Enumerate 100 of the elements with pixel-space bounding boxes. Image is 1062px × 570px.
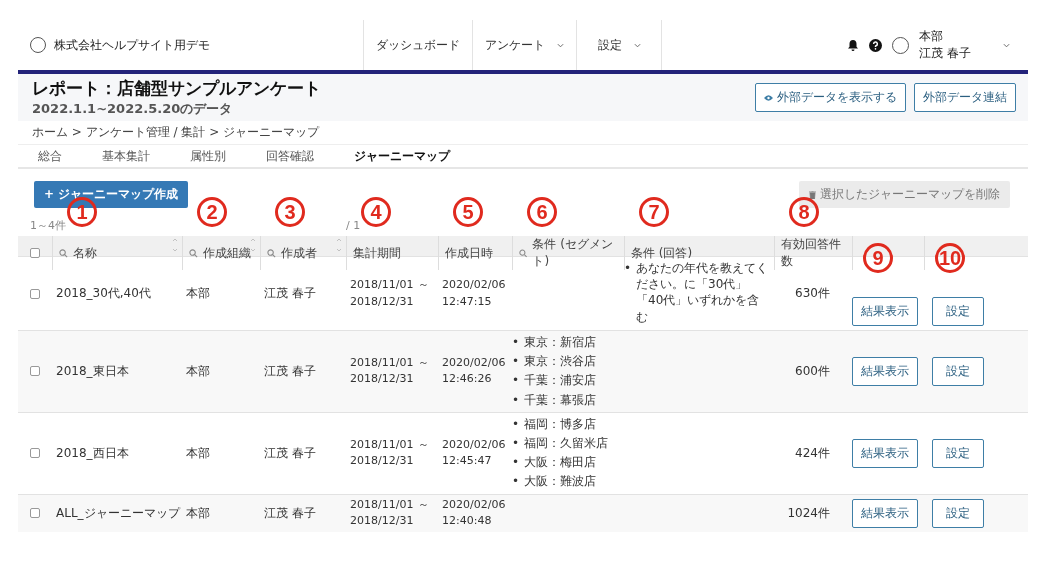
bullet-mark: • xyxy=(512,334,520,351)
bullet-mark: • xyxy=(512,454,520,471)
created-date: 2020/02/06 xyxy=(442,436,507,453)
name-cell-text: 2018_東日本 xyxy=(55,362,130,380)
created-date: 2020/02/06 xyxy=(442,277,507,293)
tab[interactable]: ジャーニーマップ xyxy=(354,147,450,165)
checkbox[interactable] xyxy=(30,248,40,258)
org-cell-text: 本部 xyxy=(185,504,211,522)
segment-condition: 福岡：久留米店 xyxy=(524,434,609,452)
tab[interactable]: 属性別 xyxy=(190,147,226,165)
period-separator: ～ xyxy=(418,277,430,293)
callout-number: 5 xyxy=(453,197,483,227)
user-org: 本部 xyxy=(919,28,945,45)
report-title: レポート：店舗型サンプルアンケート xyxy=(32,77,321,100)
callout-number: 9 xyxy=(863,243,893,273)
callout-number: 7 xyxy=(639,197,669,227)
bullet-mark: • xyxy=(512,372,520,389)
period-separator: ～ xyxy=(418,354,430,371)
tab[interactable]: 回答確認 xyxy=(266,147,314,165)
org-cell-text: 本部 xyxy=(185,285,211,302)
callout-number: 2 xyxy=(197,197,227,227)
period-end: 2018/12/31 xyxy=(350,453,414,470)
segment-condition: 大阪：梅田店 xyxy=(524,454,597,471)
segment-condition: 福岡：博多店 xyxy=(524,415,597,432)
name-cell-text: 2018_西日本 xyxy=(55,444,130,462)
period-end: 2018/12/31 xyxy=(350,371,414,388)
search-icon xyxy=(189,248,198,258)
settings-button[interactable]: 設定 xyxy=(932,356,984,386)
callout-number: 8 xyxy=(789,197,819,227)
segment-condition: 大阪：難波店 xyxy=(524,473,597,490)
result-button[interactable]: 結果表示 xyxy=(852,498,918,528)
result-button[interactable]: 結果表示 xyxy=(852,438,918,468)
segment-condition: 千葉：浦安店 xyxy=(524,372,597,389)
org-cell-text: 本部 xyxy=(185,362,211,380)
created-time: 12:45:47 xyxy=(442,453,493,470)
callout-number: 10 xyxy=(935,243,965,273)
count-cell-text: 424件 xyxy=(794,444,831,462)
sort-icon[interactable] xyxy=(336,237,342,253)
created-date: 2020/02/06 xyxy=(442,496,507,513)
settings-button[interactable]: 設定 xyxy=(932,438,984,468)
help-icon[interactable] xyxy=(869,38,883,52)
period-start: 2018/11/01 xyxy=(350,354,414,371)
sort-icon[interactable] xyxy=(172,237,178,253)
trash-icon xyxy=(809,190,816,199)
bullet-mark: • xyxy=(512,391,520,408)
created-time: 12:40:48 xyxy=(442,513,493,529)
settings-button[interactable]: 設定 xyxy=(932,297,984,326)
checkbox[interactable] xyxy=(30,508,40,518)
creator-cell-text: 江茂 春子 xyxy=(263,504,317,522)
settings-button[interactable]: 設定 xyxy=(932,498,984,528)
search-icon xyxy=(519,248,528,258)
tab[interactable]: 基本集計 xyxy=(102,147,150,165)
checkbox[interactable] xyxy=(30,448,40,459)
bullet-mark: • xyxy=(512,434,520,452)
segment-condition: 東京：新宿店 xyxy=(524,334,597,351)
caret-icon xyxy=(557,42,564,48)
bullet-mark: • xyxy=(512,353,520,370)
sort-icon[interactable] xyxy=(250,237,256,253)
creator-cell-text: 江茂 春子 xyxy=(263,444,317,462)
created-time: 12:46:26 xyxy=(442,371,493,388)
name-cell-text: 2018_30代,40代 xyxy=(55,285,152,302)
period-separator: ～ xyxy=(418,496,430,513)
company-name: 株式会社ヘルプサイト用デモ xyxy=(54,36,210,54)
created-date: 2020/02/06 xyxy=(442,354,507,371)
org-cell-text: 本部 xyxy=(185,444,211,462)
creator-cell-text: 江茂 春子 xyxy=(263,362,317,380)
count-cell-text: 630件 xyxy=(794,285,831,302)
page-indicator: / 1 xyxy=(346,218,361,232)
tab[interactable]: 総合 xyxy=(38,147,62,165)
outline-button[interactable]: 外部データを表示する xyxy=(755,83,906,112)
bullet-mark: • xyxy=(512,415,520,432)
period-end: 2018/12/31 xyxy=(350,513,414,529)
callout-number: 6 xyxy=(527,197,557,227)
outline-button[interactable]: 外部データ連結 xyxy=(914,83,1016,112)
period-start: 2018/11/01 xyxy=(350,277,414,293)
search-icon xyxy=(59,248,68,258)
count-cell-text: 1024件 xyxy=(786,504,831,522)
result-button[interactable]: 結果表示 xyxy=(852,356,918,386)
created-time: 12:47:15 xyxy=(442,293,493,310)
period-start: 2018/11/01 xyxy=(350,496,414,513)
checkbox[interactable] xyxy=(30,366,40,377)
answer-condition: あなたの年代を教えてください。に「30代」「40代」いずれかを含む xyxy=(636,260,770,325)
checkbox[interactable] xyxy=(30,288,40,299)
creator-cell-text: 江茂 春子 xyxy=(263,285,317,302)
caret-icon xyxy=(1003,42,1010,48)
eye-icon xyxy=(764,94,773,101)
period-separator: ～ xyxy=(418,436,430,453)
search-icon xyxy=(267,248,276,258)
callout-number: 3 xyxy=(275,197,305,227)
bell-icon[interactable] xyxy=(847,38,860,52)
segment-condition: 千葉：幕張店 xyxy=(524,391,597,408)
result-button[interactable]: 結果表示 xyxy=(852,297,918,326)
count-cell-text: 600件 xyxy=(794,362,831,380)
bullet-mark: • xyxy=(624,260,632,277)
breadcrumb: ホーム > アンケート管理 / 集計 > ジャーニーマップ xyxy=(18,121,1028,145)
period-start: 2018/11/01 xyxy=(350,436,414,453)
user-name: 江茂 春子 xyxy=(919,45,971,62)
period-end: 2018/12/31 xyxy=(350,293,414,310)
result-count: 1～4件 xyxy=(30,217,66,233)
caret-icon xyxy=(633,42,641,48)
